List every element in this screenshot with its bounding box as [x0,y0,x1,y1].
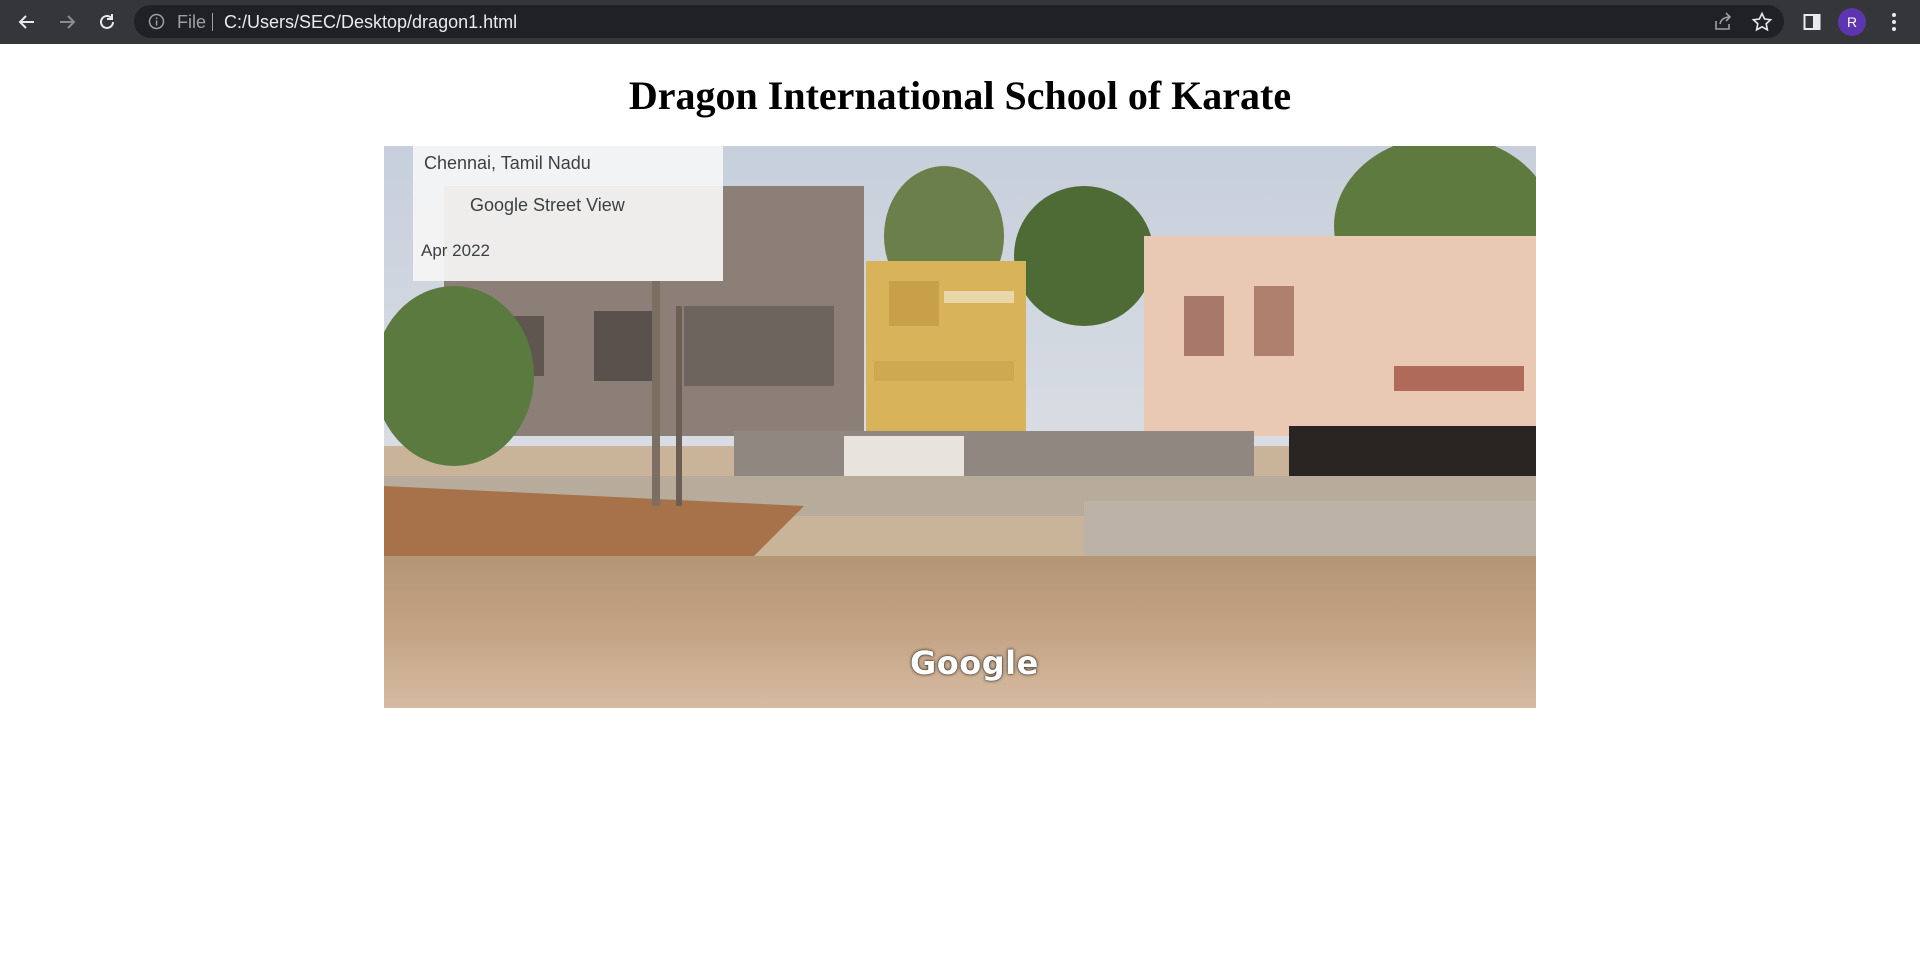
source-link[interactable]: Google Street View [470,195,625,216]
more-vert-icon[interactable] [1878,6,1910,38]
info-icon[interactable] [148,13,165,35]
back-arrow-icon[interactable] [11,6,43,38]
capture-date: Apr 2022 [421,241,490,260]
street-view-embed[interactable]: Chennai, Tamil Nadu Google Street View A… [384,146,1536,708]
share-icon[interactable] [1712,11,1734,38]
google-logo: Google [910,644,1039,682]
forward-arrow-icon[interactable] [51,6,83,38]
location-label: Chennai, Tamil Nadu [424,153,591,173]
file-label: File [177,12,207,32]
address-separator [212,13,213,31]
profile-avatar[interactable]: R [1838,8,1866,36]
reload-icon[interactable] [91,6,123,38]
page-title: Dragon International School of Karate [628,73,1292,118]
star-icon[interactable] [1751,11,1773,38]
side-panel-icon[interactable] [1796,6,1828,38]
browser-toolbar: File C:/Users/SEC/Desktop/dragon1.html R [0,0,1920,44]
url-text[interactable]: C:/Users/SEC/Desktop/dragon1.html [224,12,517,33]
street-view-info-card[interactable]: Chennai, Tamil Nadu Google Street View A… [413,146,723,281]
address-bar[interactable]: File C:/Users/SEC/Desktop/dragon1.html [134,5,1784,38]
